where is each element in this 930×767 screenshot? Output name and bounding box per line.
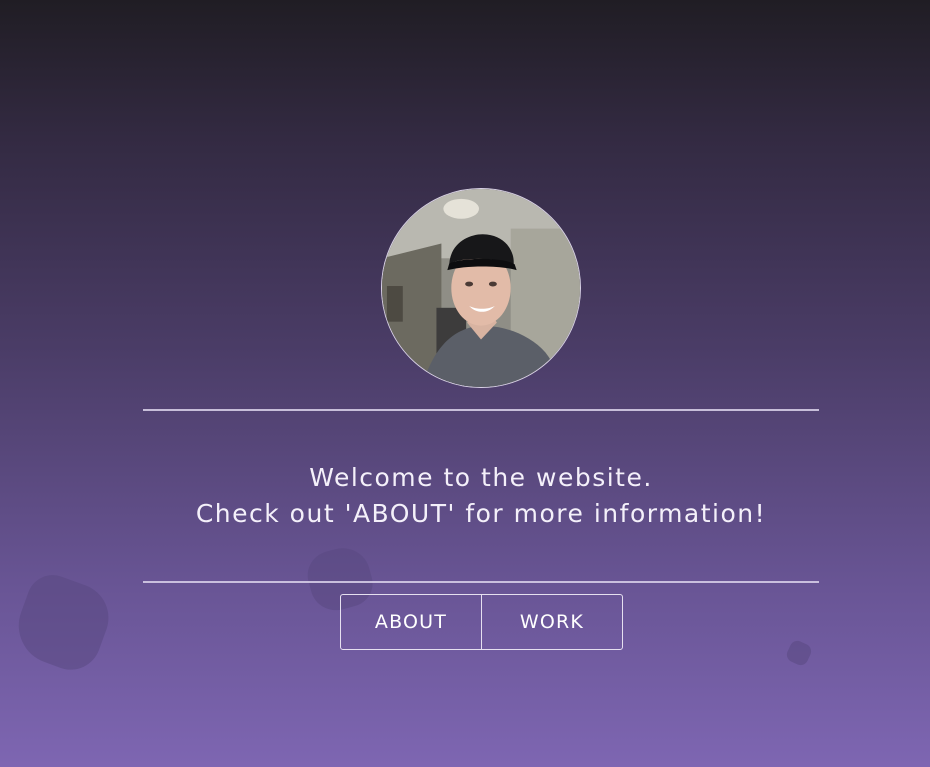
decorative-blob bbox=[7, 567, 119, 679]
welcome-line-2: Check out 'ABOUT' for more information! bbox=[195, 499, 767, 528]
top-divider bbox=[143, 409, 819, 411]
bottom-divider bbox=[143, 581, 819, 583]
work-button[interactable]: WORK bbox=[481, 595, 622, 649]
welcome-message: Welcome to the website. Check out 'ABOUT… bbox=[143, 460, 819, 532]
nav-button-group: ABOUT WORK bbox=[340, 594, 623, 650]
about-button[interactable]: ABOUT bbox=[341, 595, 481, 649]
profile-avatar bbox=[381, 188, 581, 388]
decorative-blob bbox=[784, 638, 814, 668]
welcome-line-1: Welcome to the website. bbox=[309, 463, 653, 492]
